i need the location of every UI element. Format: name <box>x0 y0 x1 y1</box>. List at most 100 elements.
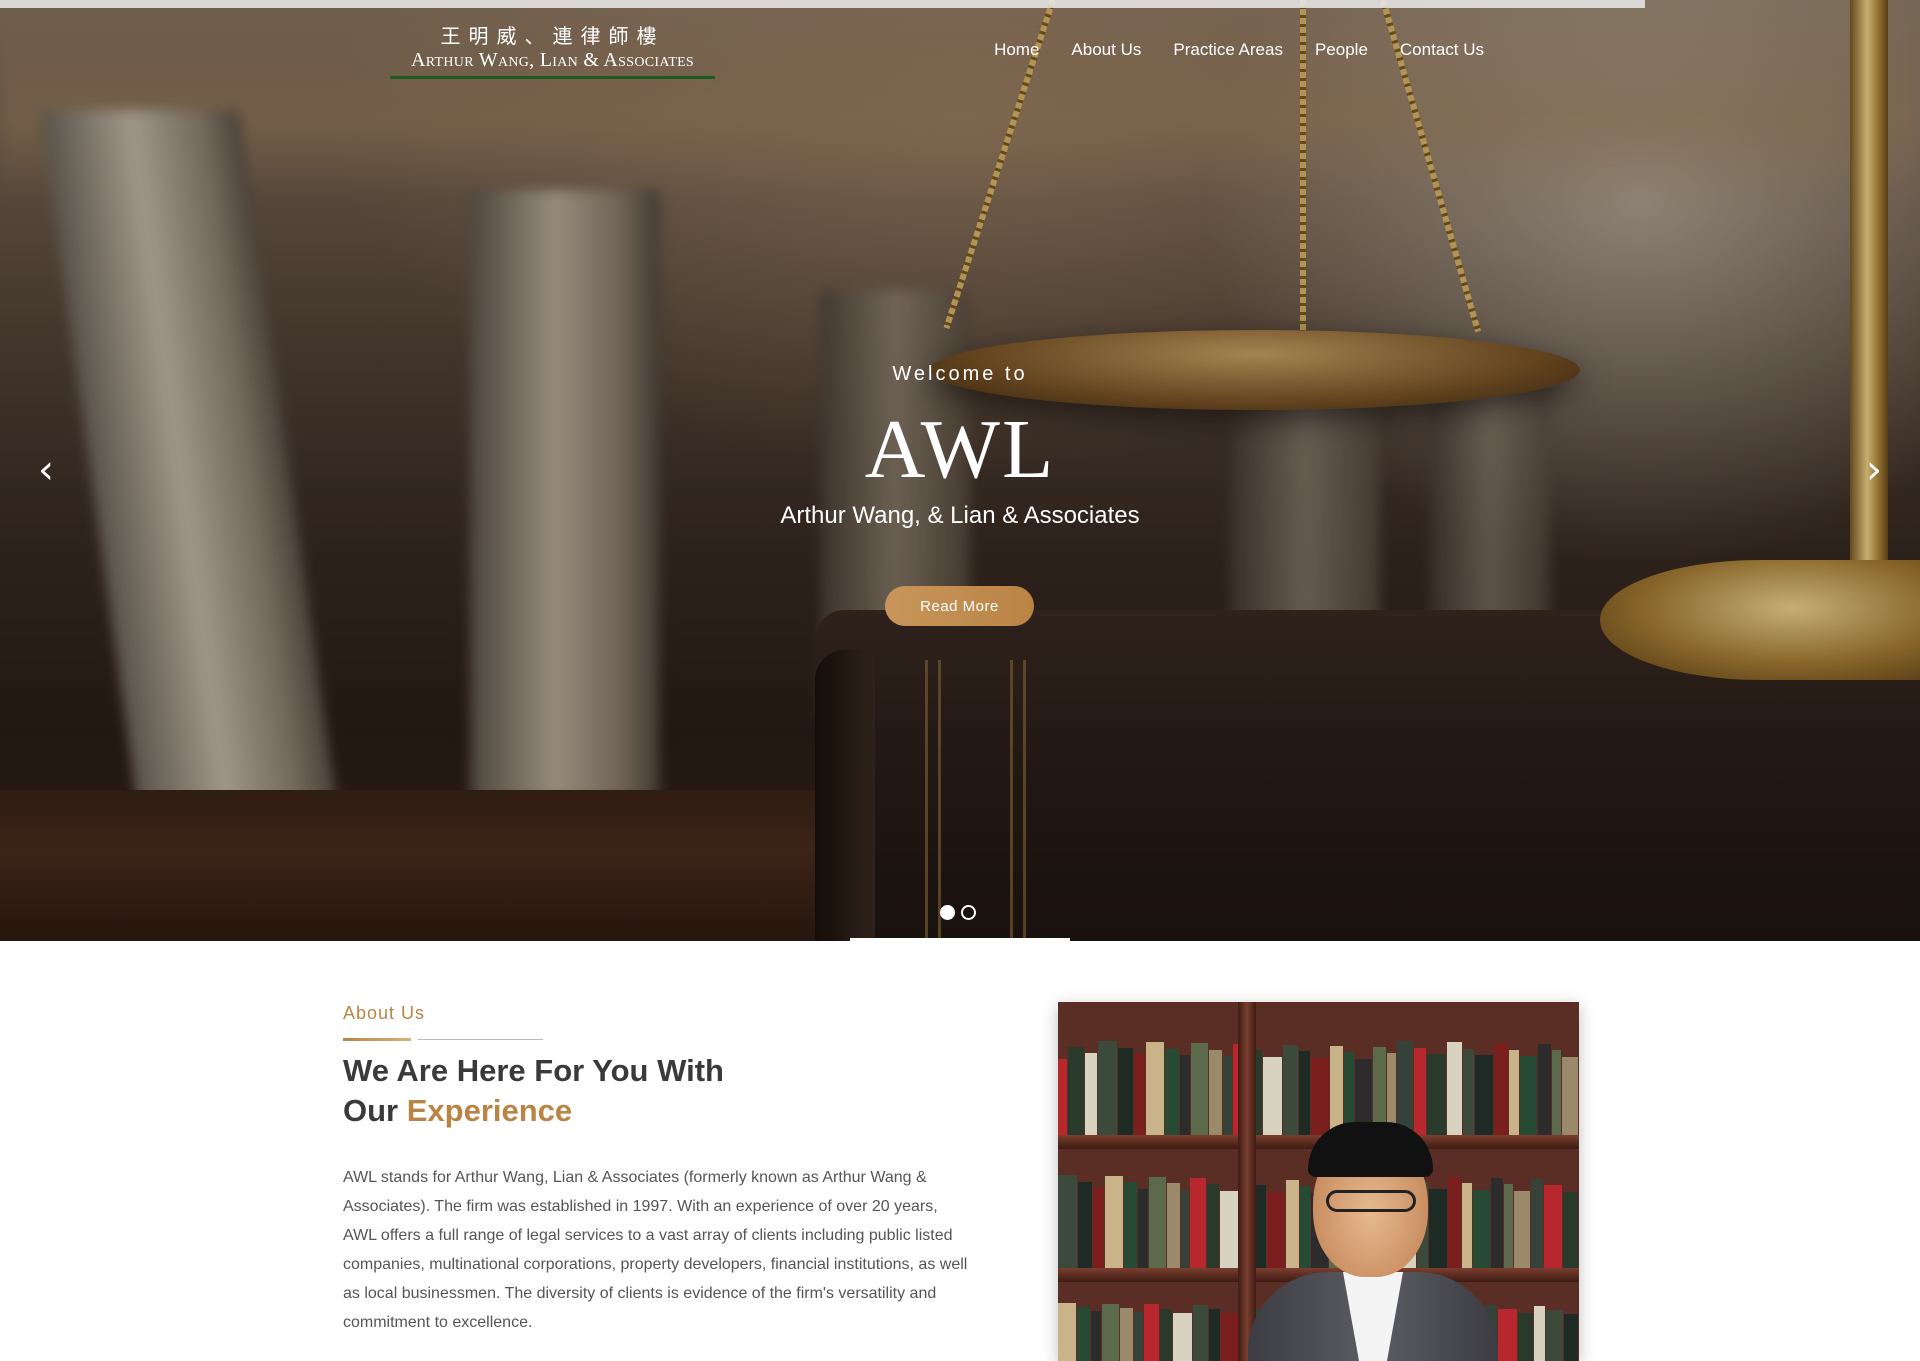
person-glasses <box>1326 1190 1416 1212</box>
nav-people[interactable]: People <box>1299 38 1384 62</box>
book-spine <box>1564 1313 1578 1361</box>
book-spine <box>1192 1304 1208 1361</box>
book-spine <box>1077 1181 1093 1268</box>
book-spine <box>1117 1047 1133 1135</box>
slider-dot-2[interactable] <box>961 905 976 920</box>
book-spine <box>1310 1058 1329 1135</box>
book-spine <box>1397 1040 1414 1135</box>
about-rule <box>418 1039 543 1040</box>
book-spine <box>1428 1189 1447 1268</box>
book-spine <box>1208 1049 1222 1135</box>
book-spine <box>1552 1050 1562 1135</box>
book-spine <box>1514 1190 1530 1268</box>
hero-title: AWL <box>864 403 1056 496</box>
book-spine <box>1543 1185 1563 1268</box>
read-more-button[interactable]: Read More <box>885 586 1034 626</box>
book-spine <box>1300 1186 1311 1268</box>
hero-slider: 王明威、連律師樓 Arthur Wang, Lian & Associates … <box>0 0 1920 941</box>
book-spine <box>1166 1183 1180 1268</box>
book-spine <box>1097 1040 1117 1135</box>
book-spine <box>1102 1303 1120 1361</box>
book-spine <box>1138 1189 1149 1268</box>
book-row <box>1058 1040 1579 1135</box>
book-spine <box>1190 1042 1208 1135</box>
slider-prev-icon[interactable]: ‹ <box>26 450 66 490</box>
book-spine <box>1067 1046 1084 1135</box>
book-spine <box>1255 1185 1266 1268</box>
book-spine <box>1164 1048 1179 1135</box>
book-spine <box>1143 1304 1160 1361</box>
nav-practice-areas[interactable]: Practice Areas <box>1157 38 1299 62</box>
book-spine <box>1093 1188 1105 1268</box>
book-spine <box>1494 1042 1509 1135</box>
about-heading-accent: Experience <box>406 1093 573 1128</box>
book-spine <box>1076 1307 1091 1361</box>
book-spine <box>1427 1054 1447 1135</box>
book-spine <box>1509 1049 1520 1135</box>
book-spine <box>1208 1309 1220 1361</box>
about-heading: We Are Here For You With Our Experience <box>343 1051 863 1131</box>
book-spine <box>1538 1043 1552 1135</box>
about-body-text: AWL stands for Arthur Wang, Lian & Assoc… <box>343 1169 968 1331</box>
main-nav: Home About Us Practice Areas People Cont… <box>978 38 1500 62</box>
about-label: About Us <box>343 1003 426 1023</box>
hero-bottom-bar <box>850 938 1070 941</box>
book-spine <box>1105 1175 1123 1268</box>
book-spine <box>1120 1307 1133 1361</box>
book-spine <box>1058 1303 1076 1361</box>
logo-english-text: Arthur Wang, Lian & Associates <box>410 49 695 71</box>
book-spine <box>1058 1059 1067 1135</box>
slider-dot-1[interactable] <box>940 905 955 920</box>
book-spine <box>1266 1191 1285 1268</box>
book-spine <box>1447 1176 1462 1268</box>
hero-welcome: Welcome to <box>892 363 1028 385</box>
nav-home[interactable]: Home <box>978 38 1055 62</box>
shelf-divider <box>1238 1002 1256 1361</box>
book-spine <box>1520 1056 1538 1135</box>
book-spine <box>1220 1313 1239 1361</box>
book-spine <box>1562 1057 1579 1135</box>
book-spine <box>1190 1177 1207 1268</box>
book-spine <box>1173 1312 1192 1361</box>
book-spine <box>1262 1057 1282 1135</box>
book-spine <box>1545 1309 1564 1361</box>
book-spine <box>1563 1191 1578 1268</box>
nav-contact-us[interactable]: Contact Us <box>1384 38 1500 62</box>
book-spine <box>1133 1312 1143 1361</box>
book-spine <box>1123 1182 1138 1268</box>
nav-about-us[interactable]: About Us <box>1055 38 1157 62</box>
book-spine <box>1504 1184 1514 1268</box>
book-spine <box>1447 1041 1463 1135</box>
book-spine <box>1160 1308 1173 1361</box>
about-heading-prefix: Our <box>343 1093 407 1128</box>
book-spine <box>1498 1309 1517 1361</box>
book-spine <box>1530 1178 1543 1268</box>
site-logo[interactable]: 王明威、連律師樓 Arthur Wang, Lian & Associates <box>390 24 715 79</box>
book-spine <box>1179 1055 1190 1135</box>
book-spine <box>1222 1056 1232 1135</box>
book-spine <box>1298 1051 1310 1135</box>
book-spine <box>1517 1313 1533 1361</box>
book-spine <box>1091 1311 1102 1361</box>
book-spine <box>1180 1189 1190 1268</box>
book-spine <box>1219 1190 1239 1268</box>
book-spine <box>1462 1183 1473 1268</box>
top-strip <box>0 0 1645 8</box>
book-spine <box>1149 1176 1166 1268</box>
logo-chinese-text: 王明威、連律師樓 <box>440 24 665 48</box>
book-spine <box>1533 1305 1545 1361</box>
book-spine <box>1133 1054 1145 1135</box>
lawyer-photo <box>1058 1002 1579 1361</box>
book-spine <box>1329 1045 1344 1135</box>
book-spine <box>1282 1044 1298 1135</box>
slider-next-icon[interactable]: › <box>1854 450 1894 490</box>
book-spine <box>1084 1053 1097 1135</box>
book-spine <box>1058 1174 1077 1268</box>
book-spine <box>1490 1177 1504 1268</box>
hero-subtitle: Arthur Wang, & Lian & Associates <box>780 502 1140 529</box>
book-spine <box>1463 1048 1475 1135</box>
about-rule-accent <box>343 1038 411 1041</box>
slider-dots <box>940 905 976 920</box>
book-spine <box>1475 1055 1494 1135</box>
about-heading-line1: We Are Here For You With <box>343 1053 724 1088</box>
